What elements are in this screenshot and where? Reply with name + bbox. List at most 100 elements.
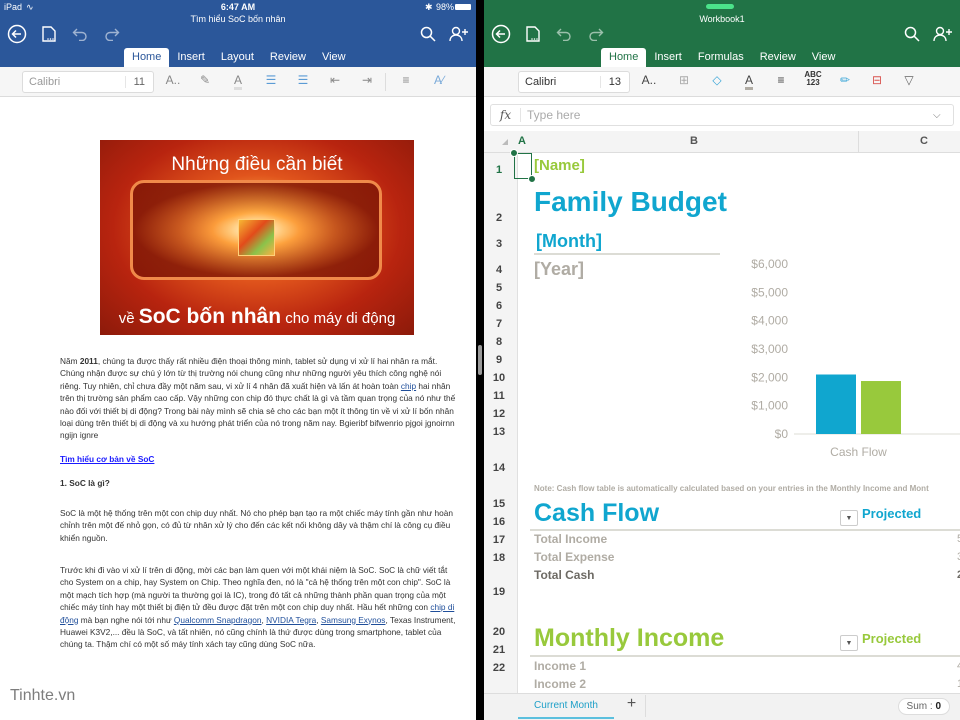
font-format-button[interactable]: A.. <box>638 73 660 87</box>
tab-insert[interactable]: Insert <box>169 48 213 67</box>
styles-button[interactable]: A∕ <box>428 73 450 87</box>
cell-month[interactable]: [Month] <box>536 231 602 252</box>
font-size[interactable]: 11 <box>124 76 153 88</box>
font-format-button[interactable]: A.. <box>162 73 184 87</box>
font-picker[interactable]: Calibri 13 <box>518 71 630 93</box>
row-header-19[interactable]: 19 <box>484 586 514 598</box>
tab-view[interactable]: View <box>804 48 844 67</box>
row-header-20[interactable]: 20 <box>484 626 514 638</box>
column-header-a[interactable]: A <box>518 135 526 147</box>
tab-review[interactable]: Review <box>752 48 804 67</box>
align-button[interactable]: ≡ <box>770 73 792 87</box>
row-header-8[interactable]: 8 <box>484 336 514 348</box>
function-icon[interactable]: fx <box>491 108 521 122</box>
row-header-3[interactable]: 3 <box>484 238 514 250</box>
sheet-tab-current-month[interactable]: Current Month <box>518 694 614 719</box>
bullets-button[interactable]: ☰ <box>260 73 282 87</box>
monthly-income-dropdown[interactable]: ▼ <box>840 635 858 651</box>
file-button[interactable] <box>40 24 58 44</box>
row-header-1[interactable]: 1 <box>484 164 514 176</box>
redo-button[interactable] <box>586 24 606 44</box>
redo-button[interactable] <box>102 24 122 44</box>
status-sum[interactable]: Sum : 0 <box>897 698 950 715</box>
split-view-handle[interactable] <box>478 345 482 375</box>
chip-link[interactable]: chip <box>401 381 416 391</box>
cell-monthly-income-heading[interactable]: Monthly Income <box>534 624 724 653</box>
row-header-15[interactable]: 15 <box>484 498 514 510</box>
share-button[interactable] <box>448 24 470 44</box>
row-header-2[interactable]: 2 <box>484 212 514 224</box>
number-format-button[interactable]: ABC 123 <box>802 71 824 87</box>
cash-flow-dropdown[interactable]: ▼ <box>840 510 858 526</box>
row-header-9[interactable]: 9 <box>484 354 514 366</box>
increase-indent-button[interactable]: ⇥ <box>356 73 378 87</box>
font-picker[interactable]: Calibri 11 <box>22 71 154 93</box>
back-button[interactable] <box>6 23 28 45</box>
select-all-corner[interactable] <box>502 139 508 145</box>
add-sheet-button[interactable]: + <box>618 695 646 717</box>
cell-cash-flow-heading[interactable]: Cash Flow <box>534 499 659 528</box>
file-button[interactable] <box>524 24 542 44</box>
expand-formula-chevron-icon[interactable]: ⌵ <box>933 110 953 121</box>
numbering-button[interactable]: ☰ <box>292 73 314 87</box>
cell-total-cash[interactable]: Total Cash <box>534 568 594 582</box>
row-header-4[interactable]: 4 <box>484 264 514 276</box>
row-header-6[interactable]: 6 <box>484 300 514 312</box>
section-link[interactable]: Tìm hiểu cơ bản về SoC <box>60 454 154 464</box>
font-color-button[interactable]: A <box>227 73 249 90</box>
cell-note[interactable]: Note: Cash flow table is automatically c… <box>534 484 929 493</box>
snapdragon-link[interactable]: Qualcomm Snapdragon <box>174 615 262 625</box>
row-header-12[interactable]: 12 <box>484 408 514 420</box>
tab-review[interactable]: Review <box>262 48 314 67</box>
row-header-22[interactable]: 22 <box>484 662 514 674</box>
row-header-17[interactable]: 17 <box>484 534 514 546</box>
row-header-16[interactable]: 16 <box>484 516 514 528</box>
search-button[interactable] <box>902 24 922 44</box>
column-header-b[interactable]: B <box>690 135 698 147</box>
cell-income-2[interactable]: Income 2 <box>534 677 586 691</box>
back-button[interactable] <box>490 23 512 45</box>
multitask-handle[interactable] <box>706 4 734 9</box>
cell-name[interactable]: [Name] <box>534 157 585 174</box>
formula-input[interactable]: Type here <box>521 108 933 122</box>
tegra-link[interactable]: NVIDIA Tegra <box>266 615 316 625</box>
row-header-21[interactable]: 21 <box>484 644 514 656</box>
row-header-7[interactable]: 7 <box>484 318 514 330</box>
font-size[interactable]: 13 <box>599 76 629 88</box>
tab-home[interactable]: Home <box>124 48 170 67</box>
tab-view[interactable]: View <box>314 48 354 67</box>
selection-handle-bottom[interactable] <box>528 175 536 183</box>
highlight-button[interactable]: ✎ <box>194 73 216 87</box>
selection-handle-top[interactable] <box>510 149 518 157</box>
row-header-5[interactable]: 5 <box>484 282 514 294</box>
cell-styles-button[interactable]: ✏ <box>834 73 856 87</box>
cell-year[interactable]: [Year] <box>534 259 584 280</box>
font-color-button[interactable]: A <box>738 73 760 90</box>
row-header-18[interactable]: 18 <box>484 552 514 564</box>
paragraph-button[interactable]: ≡ <box>395 73 417 87</box>
search-button[interactable] <box>418 24 438 44</box>
split-view-divider[interactable] <box>476 0 484 720</box>
cell-total-expense[interactable]: Total Expense <box>534 550 614 564</box>
cell-total-income[interactable]: Total Income <box>534 532 607 546</box>
fill-color-button[interactable]: ◇ <box>706 73 728 87</box>
cell-title[interactable]: Family Budget <box>534 186 727 218</box>
budget-chart[interactable]: $0 $1,000 $2,000 $3,000 $4,000 $5,000 $6,000 Ca… <box>724 250 960 465</box>
share-button[interactable] <box>932 24 954 44</box>
tab-insert[interactable]: Insert <box>646 48 690 67</box>
exynos-link[interactable]: Samsung Exynos <box>321 615 386 625</box>
undo-button[interactable] <box>70 24 90 44</box>
decrease-indent-button[interactable]: ⇤ <box>324 73 346 87</box>
row-header-11[interactable]: 11 <box>484 390 514 402</box>
column-header-c[interactable]: C <box>920 135 928 147</box>
row-header-14[interactable]: 14 <box>484 462 514 474</box>
tab-layout[interactable]: Layout <box>213 48 262 67</box>
row-header-13[interactable]: 13 <box>484 426 514 438</box>
row-header-10[interactable]: 10 <box>484 372 514 384</box>
cell-cash-flow-projected[interactable]: Projected <box>862 506 921 521</box>
sort-filter-button[interactable]: ▽ <box>898 73 920 87</box>
document-body[interactable]: Những điều cần biết về SoC bốn nhân cho … <box>0 97 476 720</box>
borders-button[interactable]: ⊞ <box>673 73 695 87</box>
undo-button[interactable] <box>554 24 574 44</box>
tab-home[interactable]: Home <box>601 48 647 67</box>
